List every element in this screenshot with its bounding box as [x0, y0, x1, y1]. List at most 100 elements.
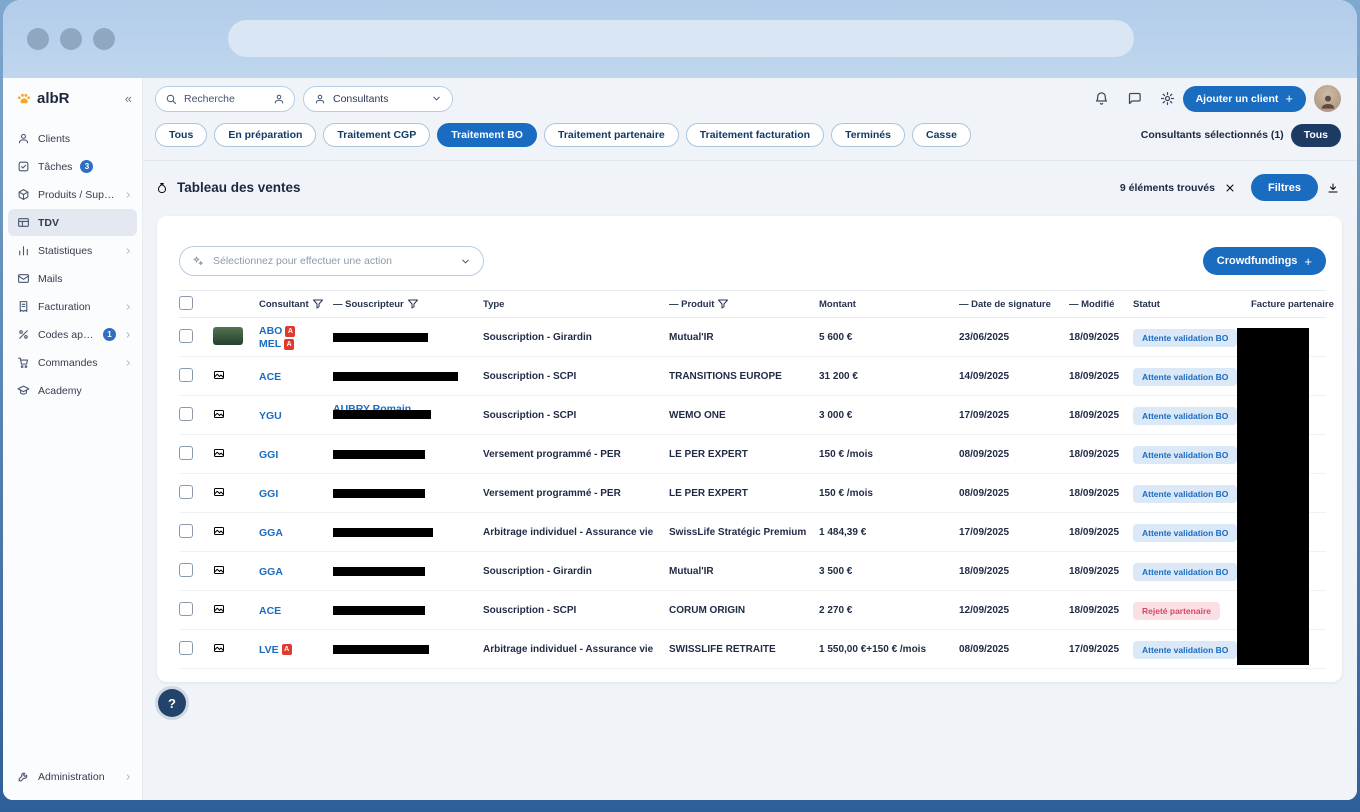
search-box[interactable] [155, 86, 295, 112]
consultant-code-link[interactable]: ACE [259, 605, 281, 617]
user-avatar[interactable] [1314, 85, 1341, 112]
column-header-modifie[interactable]: — Modifié [1069, 299, 1133, 310]
select-all-checkbox[interactable] [179, 296, 193, 310]
signature-date-cell: 17/09/2025 [959, 410, 1069, 421]
window-control-dot[interactable] [93, 28, 115, 50]
consultant-code-link[interactable]: ABO [259, 325, 282, 337]
consultant-code-link[interactable]: GGI [259, 488, 278, 500]
sidebar-item-clients[interactable]: Clients [8, 125, 137, 152]
address-bar[interactable] [228, 20, 1134, 57]
sidebar-item-commandes[interactable]: Commandes [8, 349, 137, 376]
window-control-dot[interactable] [60, 28, 82, 50]
status-tab-casse[interactable]: Casse [912, 123, 971, 147]
consultant-code-link[interactable]: MEL [259, 338, 281, 350]
sidebar-item-label: Administration [38, 771, 105, 783]
sidebar-item-produits-supports[interactable]: Produits / Supports [8, 181, 137, 208]
status-tab-termin-s[interactable]: Terminés [831, 123, 905, 147]
row-checkbox[interactable] [179, 329, 193, 343]
table-row[interactable]: GGASouscription - GirardinMutual'IR3 500… [179, 552, 1326, 591]
table-row[interactable]: ABOAMELASouscription - GirardinMutual'IR… [179, 318, 1326, 357]
app-logo[interactable]: albR [37, 90, 70, 107]
row-checkbox[interactable] [179, 524, 193, 538]
page-title: Tableau des ventes [177, 180, 301, 195]
sidebar-item-statistiques[interactable]: Statistiques [8, 237, 137, 264]
table-row[interactable]: ACESouscription - SCPITRANSITIONS EUROPE… [179, 357, 1326, 396]
chevron-right-icon [124, 773, 132, 781]
row-checkbox[interactable] [179, 446, 193, 460]
all-consultants-button[interactable]: Tous [1291, 124, 1341, 147]
sidebar-item-codes-apporte[interactable]: Codes apporte...1 [8, 321, 137, 348]
column-header-facture-partenaire[interactable]: Facture partenaire [1251, 299, 1326, 310]
search-input[interactable] [184, 93, 266, 105]
row-checkbox[interactable] [179, 602, 193, 616]
status-tab-tous[interactable]: Tous [155, 123, 207, 147]
sidebar-item-academy[interactable]: Academy [8, 377, 137, 404]
add-client-button[interactable]: Ajouter un client + [1183, 86, 1306, 112]
column-header-souscripteur[interactable]: — Souscripteur [333, 298, 483, 310]
row-checkbox[interactable] [179, 407, 193, 421]
sidebar-item-mails[interactable]: Mails [8, 265, 137, 292]
table-row[interactable]: GGAArbitrage individuel - Assurance vieS… [179, 513, 1326, 552]
column-header-type[interactable]: Type [483, 299, 669, 310]
consultant-code-link[interactable]: YGU [259, 410, 282, 422]
window-controls[interactable] [27, 28, 115, 50]
row-checkbox[interactable] [179, 563, 193, 577]
pdf-icon[interactable]: A [284, 339, 294, 350]
table-row[interactable]: ACESouscription - SCPICORUM ORIGIN2 270 … [179, 591, 1326, 630]
close-icon[interactable] [1224, 182, 1236, 194]
table-row[interactable]: GGIVersement programmé - PERLE PER EXPER… [179, 435, 1326, 474]
consultant-code-link[interactable]: GGA [259, 566, 283, 578]
status-tab-traitement-bo[interactable]: Traitement BO [437, 123, 537, 147]
sidebar-item-facturation[interactable]: Facturation [8, 293, 137, 320]
pdf-icon[interactable]: A [282, 644, 292, 655]
status-tab-en-pr-paration[interactable]: En préparation [214, 123, 316, 147]
sidebar-collapse-icon[interactable]: « [125, 91, 132, 106]
row-checkbox[interactable] [179, 641, 193, 655]
status-badge: Attente validation BO [1133, 368, 1237, 386]
row-checkbox[interactable] [179, 368, 193, 382]
column-header-statut[interactable]: Statut [1133, 299, 1251, 310]
crowdfundings-button[interactable]: Crowdfundings + [1203, 247, 1326, 275]
modified-date-cell: 18/09/2025 [1069, 449, 1133, 460]
table-row[interactable]: LVEAArbitrage individuel - Assurance vie… [179, 630, 1326, 669]
column-header-date-signature[interactable]: — Date de signature [959, 299, 1069, 310]
status-tab-traitement-facturation[interactable]: Traitement facturation [686, 123, 824, 147]
montant-cell: 150 € /mois [819, 449, 959, 460]
column-header-consultant[interactable]: Consultant [259, 298, 333, 310]
pdf-icon[interactable]: A [285, 326, 295, 337]
table-row[interactable]: YGUAUBRY RomainSouscription - SCPIWEMO O… [179, 396, 1326, 435]
type-cell: Souscription - Girardin [483, 332, 669, 343]
main-header: Consultants Ajouter un client + [143, 78, 1357, 161]
bulk-action-select[interactable]: Sélectionnez pour effectuer une action [179, 246, 484, 276]
consultant-code-link[interactable]: GGI [259, 449, 278, 461]
filter-funnel-icon[interactable] [312, 298, 324, 310]
sidebar-item-tdv[interactable]: TDV [8, 209, 137, 236]
help-button[interactable]: ? [158, 689, 186, 717]
status-tab-traitement-cgp[interactable]: Traitement CGP [323, 123, 430, 147]
filter-funnel-icon[interactable] [717, 298, 729, 310]
column-header-montant[interactable]: Montant [819, 299, 959, 310]
chat-icon[interactable] [1127, 91, 1142, 106]
row-photo-thumbnail[interactable] [213, 327, 243, 345]
chevron-right-icon [124, 359, 132, 367]
status-tab-traitement-partenaire[interactable]: Traitement partenaire [544, 123, 679, 147]
column-header-produit[interactable]: — Produit [669, 298, 819, 310]
filters-button[interactable]: Filtres [1251, 174, 1318, 201]
type-cell: Souscription - Girardin [483, 566, 669, 577]
download-icon[interactable] [1327, 182, 1339, 194]
window-control-dot[interactable] [27, 28, 49, 50]
sidebar-item-administration[interactable]: Administration [8, 763, 137, 790]
filter-funnel-icon[interactable] [407, 298, 419, 310]
consultant-code-link[interactable]: ACE [259, 371, 281, 383]
bell-icon[interactable] [1094, 91, 1109, 106]
consultant-code-link[interactable]: GGA [259, 527, 283, 539]
gear-icon[interactable] [1160, 91, 1175, 106]
sidebar-item-t-ches[interactable]: Tâches3 [8, 153, 137, 180]
consultant-filter-select[interactable]: Consultants [303, 86, 453, 112]
row-checkbox[interactable] [179, 485, 193, 499]
redacted-souscripteur [333, 410, 431, 419]
table-row[interactable]: GGIVersement programmé - PERLE PER EXPER… [179, 474, 1326, 513]
stats-icon [17, 244, 30, 257]
consultant-code-link[interactable]: LVE [259, 644, 279, 656]
chevron-right-icon [124, 303, 132, 311]
